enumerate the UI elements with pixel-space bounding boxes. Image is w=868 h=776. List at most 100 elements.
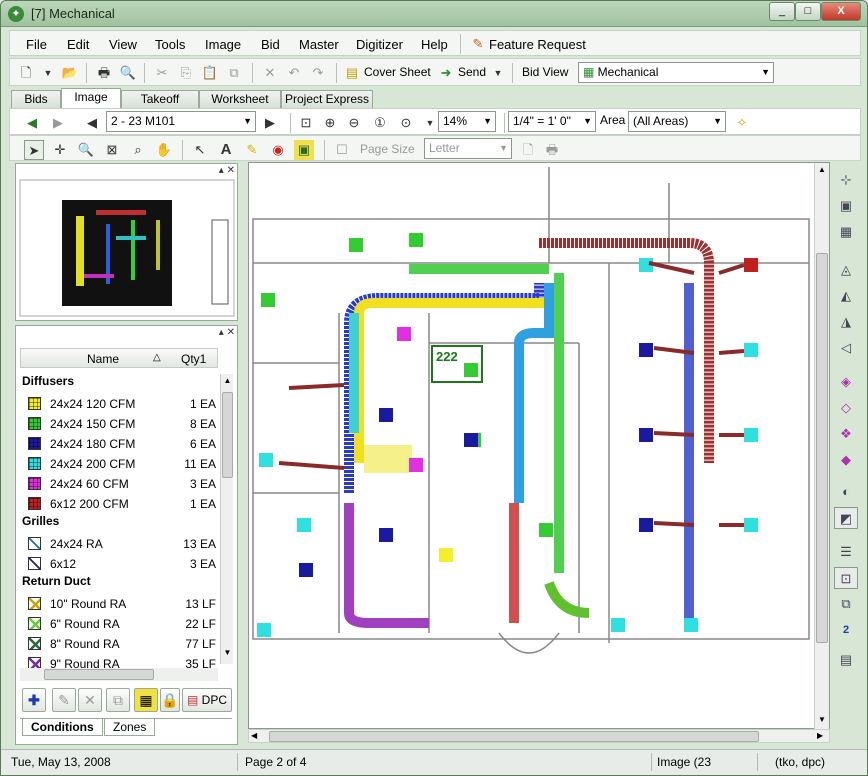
condition-row[interactable]: 6" Round RA 22 LF <box>26 614 218 634</box>
close-button[interactable]: X <box>821 2 861 21</box>
grid-icon[interactable]: ▦ <box>834 221 858 243</box>
edit-condition-icon[interactable]: ✎ <box>52 688 76 712</box>
shape-merge-icon[interactable]: ◆ <box>834 449 858 471</box>
rotate-shape-icon[interactable]: ◭ <box>834 285 858 307</box>
pane-close-icon[interactable]: ✕ <box>227 327 235 338</box>
condition-style-icon[interactable]: ▦ <box>134 688 158 712</box>
conditions-hscrollbar[interactable] <box>20 668 218 681</box>
maximize-button[interactable]: □ <box>795 2 821 21</box>
list-view-icon[interactable]: ☰ <box>834 541 858 563</box>
zoom-in-icon[interactable]: ⊕ <box>320 113 340 133</box>
zoom-actual-icon[interactable]: ① <box>370 113 390 133</box>
hscroll-thumb[interactable] <box>269 731 759 742</box>
cut-icon[interactable]: ✂ <box>152 63 172 83</box>
tab-conditions[interactable]: Conditions <box>22 719 103 736</box>
dpc-button[interactable]: ▤ DPC <box>182 688 232 712</box>
section-header[interactable]: Return Duct <box>22 574 91 588</box>
pages-icon[interactable]: ⧉ <box>834 593 858 615</box>
zoom-preview-icon[interactable]: ⊡ <box>834 567 858 589</box>
copy-icon[interactable]: ⎘ <box>176 63 196 83</box>
tab-worksheet[interactable]: Worksheet <box>199 90 281 108</box>
print-preview-icon[interactable]: 🔍 <box>118 63 138 83</box>
scroll-down-icon[interactable]: ▼ <box>816 715 828 724</box>
menu-view[interactable]: View <box>109 37 137 52</box>
note-icon[interactable]: ▣ <box>294 140 314 160</box>
pane-pin-icon[interactable]: ▴ <box>219 327 227 338</box>
zoom-window-icon[interactable]: ⊠ <box>102 140 122 160</box>
tab-zones[interactable]: Zones <box>104 719 156 736</box>
section-header[interactable]: Grilles <box>22 514 59 528</box>
blank-page-icon[interactable]: 🗋 <box>518 140 538 160</box>
cover-sheet-button[interactable]: Cover Sheet <box>364 65 431 79</box>
zoom-out-icon[interactable]: ⊖ <box>344 113 364 133</box>
page-two-icon[interactable]: 2 <box>834 619 858 641</box>
condition-row[interactable]: 6x12 3 EA <box>26 554 218 574</box>
pan-hand-icon[interactable]: ✋ <box>154 140 174 160</box>
record-icon[interactable]: ◉ <box>268 140 288 160</box>
highlighter-icon[interactable]: ✎ <box>242 140 262 160</box>
zoom-select[interactable]: 14% ▼ <box>438 111 496 132</box>
shape-copy-icon[interactable]: ◈ <box>834 371 858 393</box>
text-tool-icon[interactable]: A <box>216 140 236 160</box>
tab-project-express[interactable]: Project Express <box>281 90 373 108</box>
add-condition-icon[interactable]: ✚ <box>22 688 46 712</box>
minimize-button[interactable]: _ <box>769 2 795 21</box>
scroll-thumb[interactable] <box>816 253 828 643</box>
page-select[interactable]: 2 - 23 M101 ▼ <box>106 111 256 132</box>
condition-row[interactable]: 6x12 200 CFM 1 EA <box>26 494 218 514</box>
thumbnail-image[interactable] <box>16 164 237 320</box>
area-select[interactable]: (All Areas) ▼ <box>628 111 726 132</box>
floor-plan-drawing[interactable]: 222 <box>249 163 829 728</box>
flip-icon[interactable]: ◁ <box>834 337 858 359</box>
scroll-up-icon[interactable]: ▲ <box>816 165 828 174</box>
scroll-left-icon[interactable]: ◀ <box>251 731 257 740</box>
mirror-icon[interactable]: ◮ <box>834 311 858 333</box>
hscroll-thumb[interactable] <box>44 669 154 680</box>
magic-wand-icon[interactable]: ✧ <box>732 113 752 133</box>
shape-stack-icon[interactable]: ❖ <box>834 423 858 445</box>
next-page-icon[interactable]: ▶ <box>260 113 280 133</box>
condition-row[interactable]: 24x24 200 CFM 11 EA <box>26 454 218 474</box>
zoom-fit-icon[interactable]: ⊡ <box>296 113 316 133</box>
pointer-icon[interactable]: ➤ <box>24 140 44 160</box>
menu-edit[interactable]: Edit <box>67 37 89 52</box>
condition-row[interactable]: 10" Round RA 13 LF <box>26 594 218 614</box>
condition-row[interactable]: 24x24 RA 13 EA <box>26 534 218 554</box>
select-nodes-icon[interactable]: ⊹ <box>834 169 858 191</box>
scroll-thumb[interactable] <box>222 392 233 478</box>
skew-icon[interactable]: ◬ <box>834 259 858 281</box>
conditions-scrollbar[interactable]: ▲ ▼ <box>220 374 233 664</box>
canvas-hscrollbar[interactable]: ◀ ▶ <box>248 729 830 743</box>
undo-icon[interactable]: ↶ <box>284 63 304 83</box>
zoom-width-icon[interactable]: ⊙ <box>396 113 416 133</box>
zoom-tool-icon[interactable]: 🔍 <box>76 140 96 160</box>
condition-row[interactable]: 24x24 150 CFM 8 EA <box>26 414 218 434</box>
column-qty[interactable]: Qty1 <box>181 352 206 366</box>
condition-row[interactable]: 24x24 180 CFM 6 EA <box>26 434 218 454</box>
tab-image[interactable]: Image <box>61 88 121 109</box>
menu-master[interactable]: Master <box>299 37 339 52</box>
menu-file[interactable]: File <box>26 37 47 52</box>
checkbox-icon[interactable]: ☐ <box>332 140 352 160</box>
lock-icon[interactable]: 🔒 <box>160 688 180 712</box>
feature-request-menu[interactable]: Feature Request <box>489 37 586 52</box>
menu-bid[interactable]: Bid <box>261 37 280 52</box>
condition-row[interactable]: 8" Round RA 77 LF <box>26 634 218 654</box>
paste-icon[interactable]: 📋 <box>200 63 220 83</box>
back-icon[interactable]: ◀ <box>22 113 42 133</box>
scroll-right-icon[interactable]: ▶ <box>817 731 823 740</box>
zoom-drag-icon[interactable]: ⌕ <box>128 140 148 160</box>
copy-condition-icon[interactable]: ⧉ <box>106 688 130 712</box>
send-dropdown-icon[interactable]: ▼ <box>488 63 508 83</box>
bid-view-select[interactable]: ▦ Mechanical ▼ <box>578 62 774 83</box>
previous-page-icon[interactable]: ◀ <box>82 113 102 133</box>
column-name[interactable]: Name <box>87 352 119 366</box>
menu-digitizer[interactable]: Digitizer <box>356 37 403 52</box>
tab-takeoff[interactable]: Takeoff <box>121 90 199 108</box>
print-icon[interactable]: 🖶 <box>94 63 114 83</box>
scale-select[interactable]: 1/4" = 1' 0" ▼ <box>508 111 596 132</box>
menu-help[interactable]: Help <box>421 37 448 52</box>
condition-row[interactable]: 24x24 120 CFM 1 EA <box>26 394 218 414</box>
menu-tools[interactable]: Tools <box>155 37 185 52</box>
drawing-canvas[interactable]: 222 <box>248 162 830 729</box>
